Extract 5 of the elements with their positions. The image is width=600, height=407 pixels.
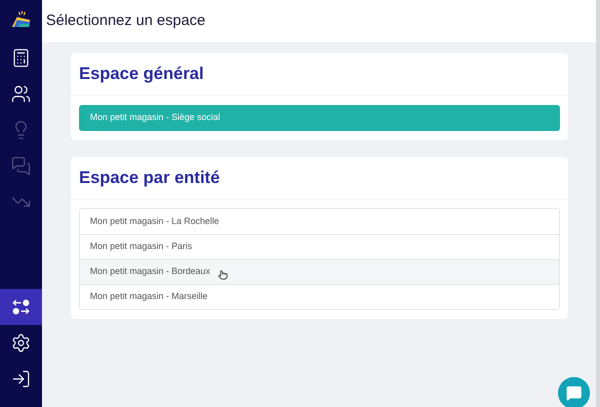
page-title: Sélectionnez un espace [46, 10, 206, 31]
entity-item[interactable]: Mon petit magasin - Marseille [80, 284, 559, 309]
entity-item[interactable]: Mon petit magasin - Bordeaux [80, 258, 559, 284]
section-title: Espace général [79, 64, 204, 83]
section-title: Espace par entité [79, 168, 220, 187]
